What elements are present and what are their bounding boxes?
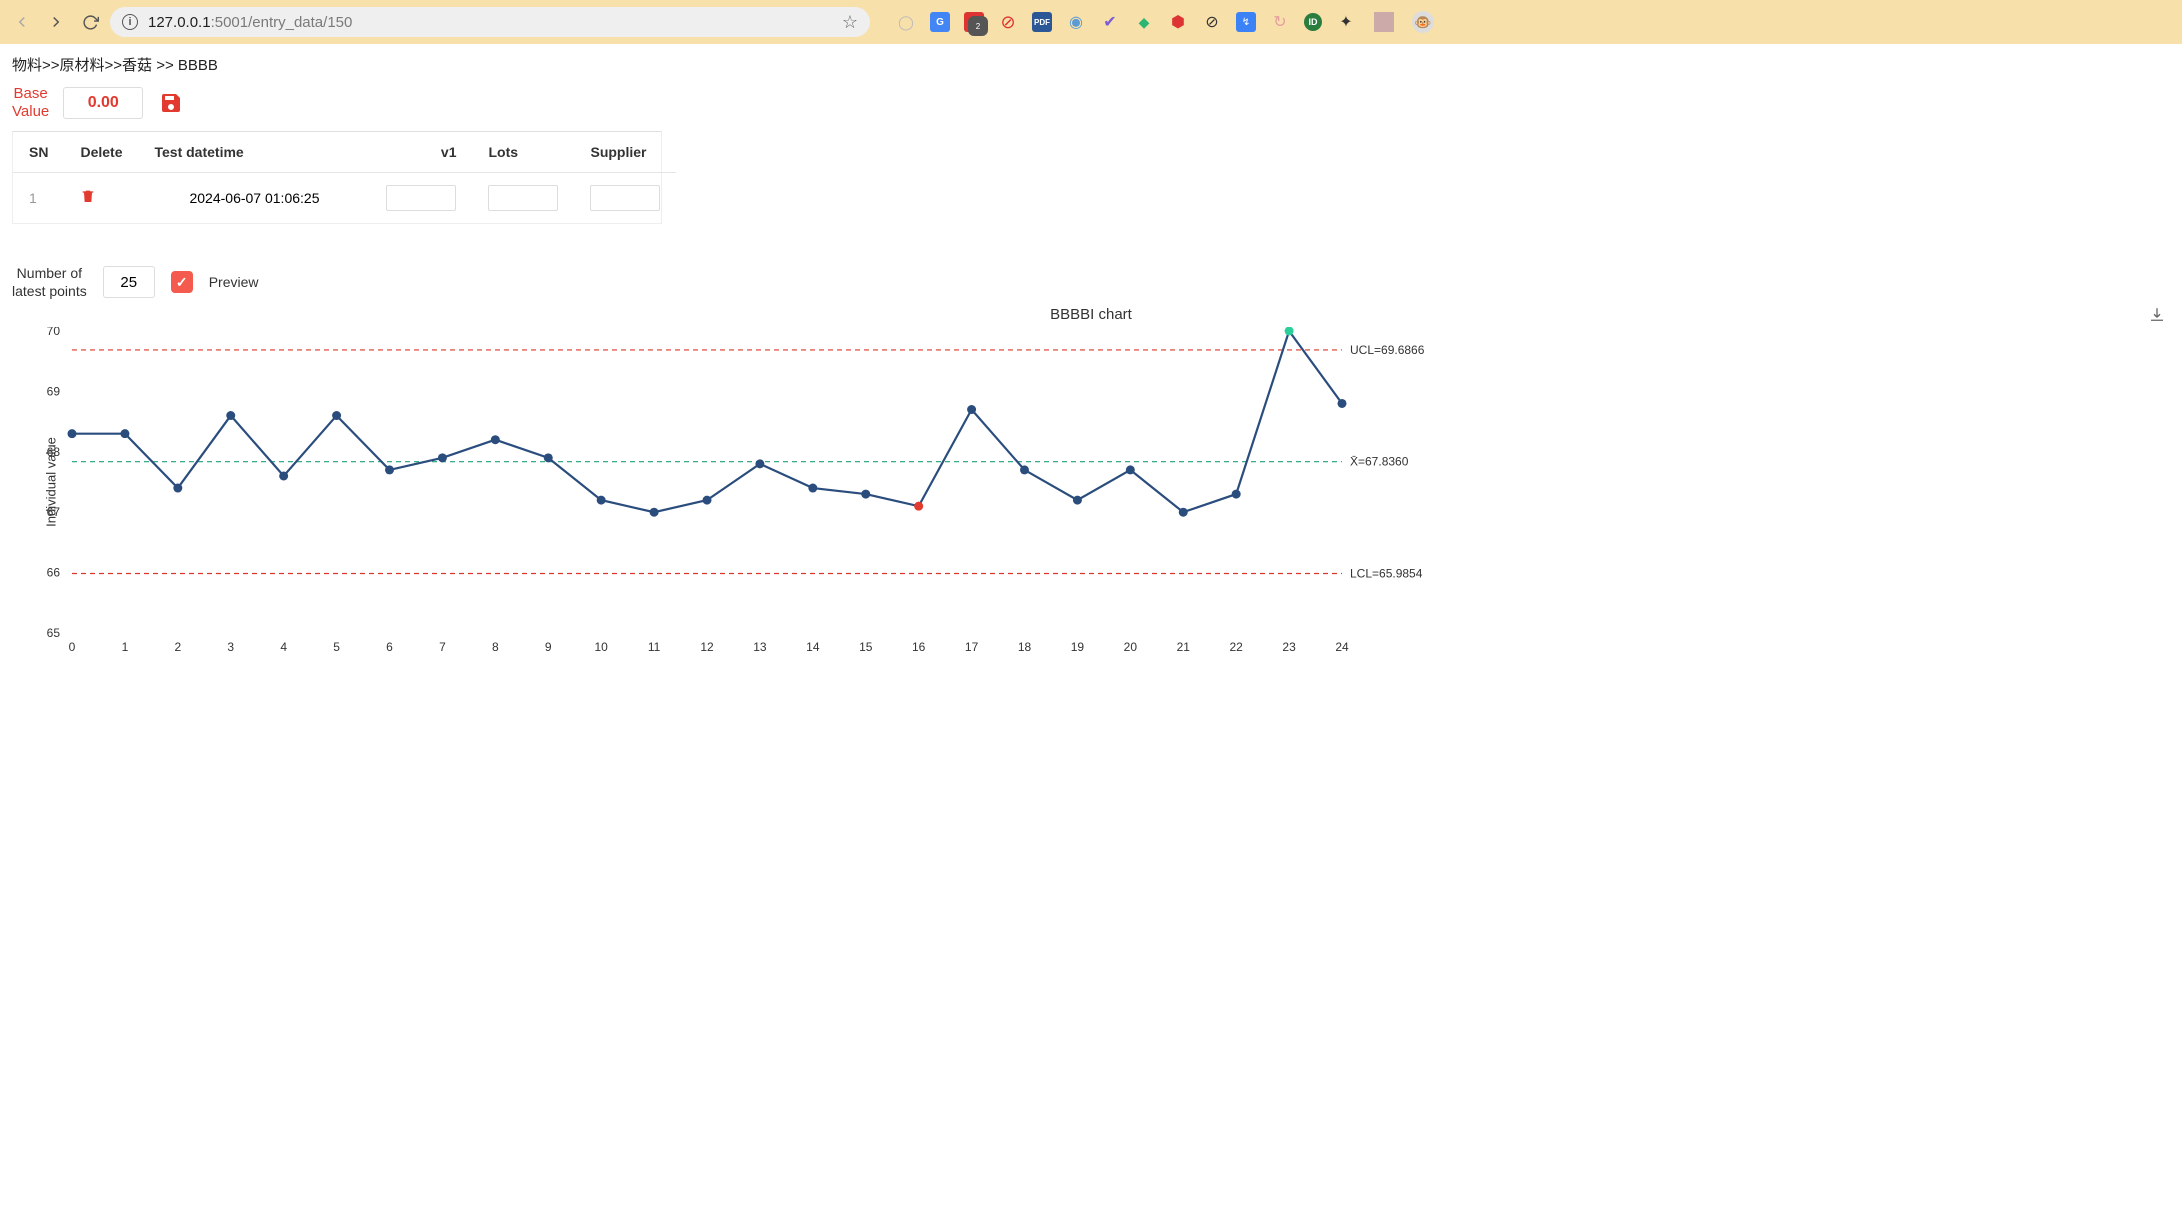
svg-text:1: 1 [122, 640, 129, 654]
chart-container: BBBBI chart Individual value 65666768697… [12, 306, 2170, 657]
ext-icon-prohibit[interactable]: ⊘ [1202, 12, 1222, 32]
svg-text:5: 5 [333, 640, 340, 654]
col-v1: v1 [370, 132, 472, 173]
svg-text:LCL=65.9854: LCL=65.9854 [1350, 567, 1423, 581]
divider [1374, 12, 1394, 32]
svg-text:66: 66 [47, 566, 61, 580]
svg-text:8: 8 [492, 640, 499, 654]
svg-text:2: 2 [174, 640, 181, 654]
svg-text:3: 3 [227, 640, 234, 654]
col-sn: SN [13, 132, 64, 173]
page-body: 物料>>原材料>>香菇 >> BBBB Base Value SN Delete… [0, 44, 2182, 1210]
ext-icon-blue[interactable]: ↯ [1236, 12, 1256, 32]
svg-text:21: 21 [1177, 640, 1191, 654]
lots-input[interactable] [488, 185, 558, 211]
datetime-input[interactable] [154, 185, 354, 211]
breadcrumb: 物料>>原材料>>香菇 >> BBBB [12, 54, 2170, 75]
svg-text:6: 6 [386, 640, 393, 654]
svg-text:X̄=67.8360: X̄=67.8360 [1350, 455, 1409, 469]
ext-icon-block[interactable]: ⊘ [998, 12, 1018, 32]
ext-icon-1[interactable]: ◯ [896, 12, 916, 32]
reload-button[interactable] [76, 8, 104, 36]
ext-icon-check[interactable]: ✔ [1100, 12, 1120, 32]
svg-text:4: 4 [280, 640, 287, 654]
delete-row-button[interactable] [80, 191, 96, 208]
ext-icon-google-translate[interactable]: G [930, 12, 950, 32]
supplier-input[interactable] [590, 185, 660, 211]
ext-icon-id[interactable]: ID [1304, 13, 1322, 31]
svg-text:22: 22 [1229, 640, 1243, 654]
ext-icon-clock[interactable]: ↻ [1270, 12, 1290, 32]
table-row: 1 [13, 173, 676, 224]
svg-text:13: 13 [753, 640, 767, 654]
latest-points-row: Number of latest points ✓ Preview [12, 264, 2170, 300]
ext-icon-green[interactable]: ◆ [1134, 12, 1154, 32]
svg-text:69: 69 [47, 385, 61, 399]
preview-label: Preview [209, 274, 259, 290]
base-value-label: Base Value [12, 85, 49, 121]
svg-text:10: 10 [594, 640, 608, 654]
svg-text:0: 0 [69, 640, 76, 654]
col-delete: Delete [64, 132, 138, 173]
col-supplier: Supplier [574, 132, 676, 173]
back-button[interactable] [8, 8, 36, 36]
col-datetime: Test datetime [138, 132, 370, 173]
cell-sn: 1 [13, 173, 64, 224]
extension-tray: ◯ G ✕2 ⊘ PDF ◉ ✔ ◆ ⬢ ⊘ ↯ ↻ ID ✦ 🐵 [896, 11, 1434, 33]
svg-text:11: 11 [648, 640, 661, 654]
url-text: 127.0.0.1:5001/entry_data/150 [148, 14, 352, 31]
preview-checkbox[interactable]: ✓ [171, 271, 193, 293]
svg-text:20: 20 [1124, 640, 1138, 654]
extensions-menu-icon[interactable]: ✦ [1336, 12, 1356, 32]
base-value-input[interactable] [63, 87, 143, 119]
svg-text:16: 16 [912, 640, 926, 654]
ext-icon-badge[interactable]: ✕2 [964, 12, 984, 32]
latest-points-label: Number of latest points [12, 264, 87, 300]
ext-icon-hex[interactable]: ⬢ [1168, 12, 1188, 32]
svg-text:19: 19 [1071, 640, 1085, 654]
base-value-row: Base Value [12, 85, 2170, 121]
data-table: SN Delete Test datetime v1 Lots Supplier… [12, 131, 662, 224]
svg-text:15: 15 [859, 640, 873, 654]
latest-points-input[interactable] [103, 266, 155, 298]
save-button[interactable] [157, 89, 185, 117]
ext-icon-pdf[interactable]: PDF [1032, 12, 1052, 32]
table-header-row: SN Delete Test datetime v1 Lots Supplier [13, 132, 676, 173]
v1-input[interactable] [386, 185, 456, 211]
svg-text:14: 14 [806, 640, 820, 654]
svg-text:17: 17 [965, 640, 979, 654]
bookmark-star-icon[interactable]: ☆ [842, 12, 858, 33]
svg-text:65: 65 [47, 626, 61, 640]
svg-text:9: 9 [545, 640, 552, 654]
svg-text:70: 70 [47, 327, 61, 338]
svg-text:18: 18 [1018, 640, 1032, 654]
svg-text:UCL=69.6866: UCL=69.6866 [1350, 343, 1425, 357]
col-lots: Lots [472, 132, 574, 173]
browser-chrome: i 127.0.0.1:5001/entry_data/150 ☆ ◯ G ✕2… [0, 0, 2182, 44]
svg-text:12: 12 [700, 640, 714, 654]
chart-title: BBBBI chart [12, 306, 2170, 323]
ext-icon-swirl[interactable]: ◉ [1066, 12, 1086, 32]
download-chart-icon[interactable] [2148, 306, 2166, 327]
svg-text:7: 7 [439, 640, 446, 654]
y-axis-label: Individual value [43, 437, 58, 527]
svg-text:23: 23 [1282, 640, 1296, 654]
site-info-icon[interactable]: i [122, 14, 138, 30]
svg-text:24: 24 [1335, 640, 1349, 654]
url-bar[interactable]: i 127.0.0.1:5001/entry_data/150 ☆ [110, 7, 870, 37]
forward-button[interactable] [42, 8, 70, 36]
control-chart: 6566676869700123456789101112131415161718… [12, 327, 1452, 657]
profile-avatar-icon[interactable]: 🐵 [1412, 11, 1434, 33]
